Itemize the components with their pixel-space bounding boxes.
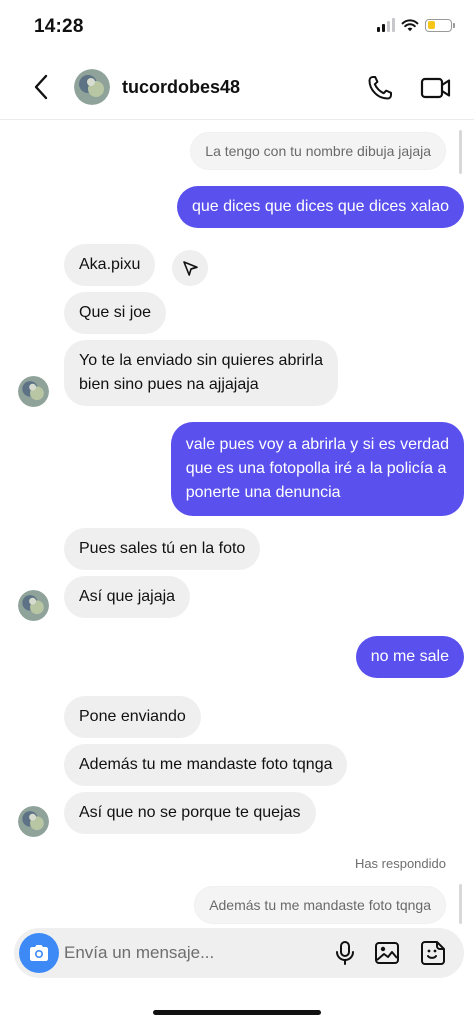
outgoing-message[interactable]: que dices que dices que dices xalao — [176, 186, 464, 228]
reply-preview-text: Además tu me mandaste foto tqnga — [209, 897, 431, 913]
outgoing-message[interactable]: no me sale — [355, 636, 464, 678]
reply-bar — [459, 884, 462, 924]
message-text: no me sale — [370, 648, 449, 665]
battery-icon — [425, 18, 455, 32]
video-camera-icon — [420, 77, 451, 99]
image-gallery-icon — [375, 942, 399, 964]
message-text-line: Yo te la enviado sin quieres abrirla — [79, 352, 324, 369]
phone-icon — [368, 76, 392, 100]
chevron-left-icon — [34, 74, 48, 100]
sticker-icon — [421, 941, 445, 965]
message-text: Así que no se porque te quejas — [79, 804, 301, 821]
sender-avatar[interactable] — [18, 376, 49, 407]
message-text: Aka.pixu — [79, 256, 141, 273]
incoming-message[interactable]: Así que no se porque te quejas — [64, 792, 316, 834]
reply-bar — [459, 130, 462, 174]
incoming-message[interactable]: Así que jajaja — [64, 576, 191, 618]
incoming-message[interactable]: Yo te la enviado sin quieres abrirla bie… — [64, 340, 339, 406]
back-button[interactable] — [26, 70, 56, 104]
gallery-button[interactable] — [372, 938, 402, 968]
message-text-line: vale pues voy a abrirla y si es verdad — [185, 436, 449, 453]
home-indicator[interactable] — [153, 1010, 321, 1015]
sender-avatar[interactable] — [18, 590, 49, 621]
sender-avatar[interactable] — [18, 806, 49, 837]
message-text-line: ponerte una denuncia — [185, 484, 341, 501]
reply-preview: La tengo con tu nombre dibuja jajaja — [190, 132, 446, 170]
reply-preview-text: La tengo con tu nombre dibuja jajaja — [205, 143, 431, 159]
send-arrow-icon — [182, 260, 198, 276]
reply-preview: Además tu me mandaste foto tqnga — [194, 886, 446, 924]
video-call-button[interactable] — [418, 72, 454, 104]
incoming-message[interactable]: Que si joe — [64, 292, 167, 334]
message-text: que dices que dices que dices xalao — [191, 198, 449, 215]
message-text-line: bien sino pues na ajjajaja — [79, 376, 259, 393]
sticker-button[interactable] — [418, 938, 448, 968]
status-icons — [377, 18, 455, 32]
camera-button[interactable] — [19, 933, 59, 973]
message-input[interactable] — [64, 938, 324, 968]
microphone-button[interactable] — [330, 938, 360, 968]
status-time: 14:28 — [34, 16, 84, 37]
status-bar: 14:28 — [0, 0, 474, 56]
incoming-message[interactable]: Además tu me mandaste foto tqnga — [64, 744, 348, 786]
message-text: Pues sales tú en la foto — [79, 540, 246, 557]
message-text: Así que jajaja — [79, 588, 176, 605]
microphone-icon — [336, 941, 354, 965]
cellular-signal-icon — [377, 18, 395, 32]
chat-header: tucordobes48 — [0, 56, 474, 120]
message-text: Pone enviando — [79, 708, 186, 725]
message-text: Además tu me mandaste foto tqnga — [79, 756, 333, 773]
audio-call-button[interactable] — [364, 72, 396, 104]
contact-username[interactable]: tucordobes48 — [122, 77, 240, 98]
camera-icon — [30, 945, 48, 961]
wifi-icon — [401, 19, 419, 32]
incoming-message[interactable]: Aka.pixu — [64, 244, 156, 286]
incoming-message[interactable]: Pone enviando — [64, 696, 201, 738]
message-text: Que si joe — [79, 304, 152, 321]
replied-label: Has respondido — [354, 856, 446, 871]
share-button[interactable] — [172, 250, 208, 286]
incoming-message[interactable]: Pues sales tú en la foto — [64, 528, 261, 570]
message-composer — [14, 928, 464, 978]
message-text-line: que es una fotopolla iré a la policía a — [185, 460, 447, 477]
contact-avatar[interactable] — [74, 69, 110, 105]
message-thread[interactable]: La tengo con tu nombre dibuja jajaja que… — [0, 120, 474, 926]
outgoing-message[interactable]: vale pues voy a abrirla y si es verdad q… — [170, 422, 464, 516]
